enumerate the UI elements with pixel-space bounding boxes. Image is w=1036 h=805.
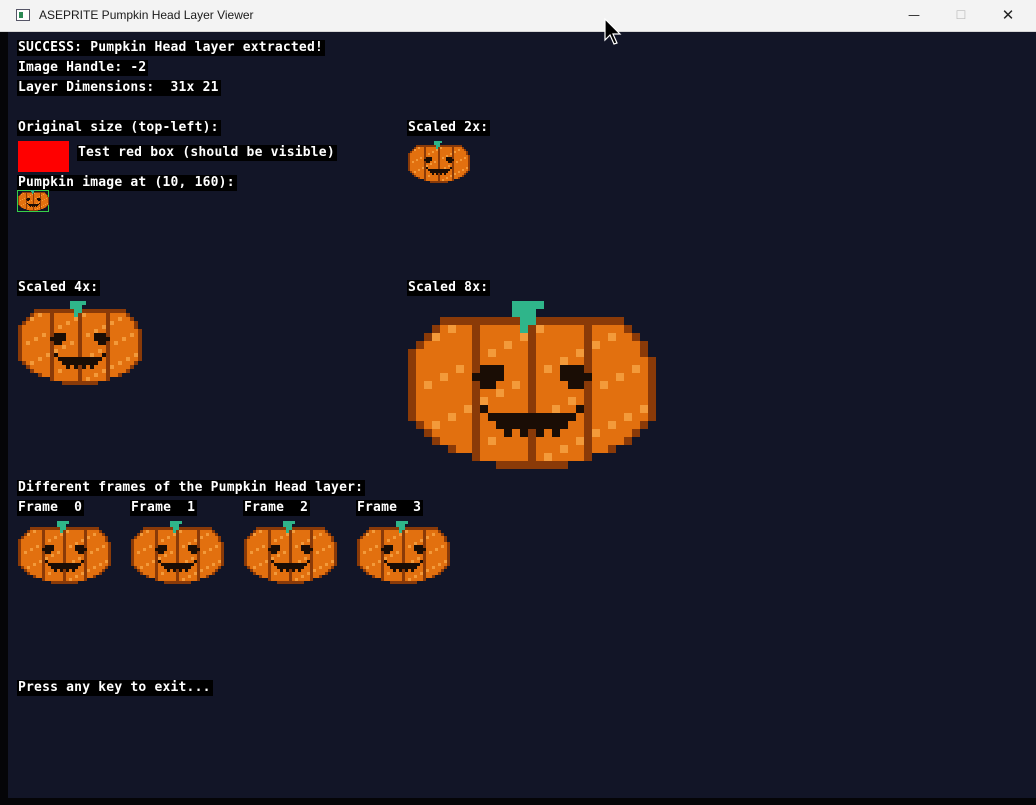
window-bottom-border <box>0 798 1036 805</box>
test-red-box <box>18 141 69 172</box>
pumpkin-frame-3-image <box>357 521 450 584</box>
pumpkin-frame-1-image <box>131 521 224 584</box>
pumpkin-position-label: Pumpkin image at (10, 160): <box>17 175 237 191</box>
layer-dimensions-text: Layer Dimensions: 31x 21 <box>17 80 221 96</box>
pumpkin-scaled-4x-image <box>18 301 142 385</box>
window-app-icon <box>16 9 30 21</box>
close-button[interactable]: ✕ <box>985 0 1031 31</box>
frame-1-label: Frame 1 <box>130 500 198 516</box>
frame-3-label: Frame 3 <box>356 500 424 516</box>
original-size-label: Original size (top-left): <box>17 120 221 136</box>
frame-2-label: Frame 2 <box>243 500 311 516</box>
scaled-2x-label: Scaled 2x: <box>407 120 491 136</box>
minimize-button[interactable]: — <box>891 0 937 31</box>
pumpkin-original-image <box>18 190 49 211</box>
success-message: SUCCESS: Pumpkin Head layer extracted! <box>17 40 326 56</box>
pumpkin-scaled-2x-image <box>408 141 470 183</box>
pumpkin-scaled-8x-image <box>408 301 656 469</box>
pumpkin-frame-2-image <box>244 521 337 584</box>
scaled-8x-label: Scaled 8x: <box>407 280 491 296</box>
frames-heading: Different frames of the Pumpkin Head lay… <box>17 480 366 496</box>
exit-prompt: Press any key to exit... <box>17 680 213 696</box>
scaled-4x-label: Scaled 4x: <box>17 280 101 296</box>
title-bar[interactable]: ASEPRITE Pumpkin Head Layer Viewer — ☐ ✕ <box>0 0 1036 32</box>
app-window: ASEPRITE Pumpkin Head Layer Viewer — ☐ ✕… <box>0 0 1036 805</box>
test-red-box-label: Test red box (should be visible) <box>77 145 337 161</box>
window-title: ASEPRITE Pumpkin Head Layer Viewer <box>39 8 254 22</box>
window-left-border <box>0 32 8 805</box>
maximize-button[interactable]: ☐ <box>938 0 984 31</box>
pumpkin-frame-0-image <box>18 521 111 584</box>
frame-0-label: Frame 0 <box>17 500 85 516</box>
image-handle-text: Image Handle: -2 <box>17 60 149 76</box>
mouse-pointer-icon <box>604 18 622 45</box>
